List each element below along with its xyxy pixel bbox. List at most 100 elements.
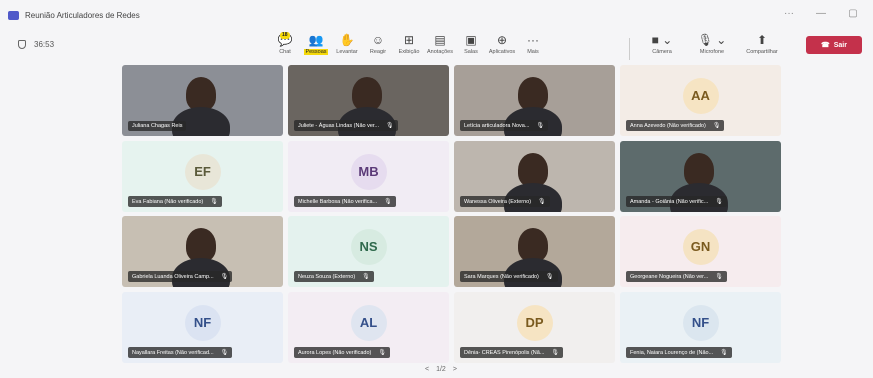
participant-name: Juliete - Águas Lindas (Não ver... (298, 122, 380, 129)
rooms-button[interactable]: ▣ Salas (456, 32, 486, 55)
avatar: NF (184, 304, 221, 341)
notes-button[interactable]: ▤ Anotações (425, 32, 455, 55)
timer-text: 36:53 (34, 40, 55, 49)
avatar: EF (184, 153, 221, 190)
camera-icon: ■ ⌄ (651, 33, 673, 47)
page-indicator: 1/2 (436, 366, 446, 373)
react-label: Reagir (369, 49, 387, 55)
rooms-icon: ▣ (465, 33, 477, 47)
leave-label: Sair (833, 41, 847, 49)
mic-muted-icon: 🎙 (386, 123, 394, 129)
raise-button[interactable]: ✋ Levantar (332, 32, 362, 55)
people-label: Pessoas (304, 49, 328, 55)
share-button[interactable]: ⬆ Compartilhar (740, 32, 784, 55)
title-bar: Reunião Articuladores de Redes ··· — ▢ (0, 0, 873, 30)
leave-button[interactable]: ☎ Sair (806, 36, 862, 54)
camera-label: Câmera (652, 49, 672, 55)
participant-name: Gabriela Luanda Oliveira Camp... (132, 273, 214, 280)
react-button[interactable]: ☺ Reagir (363, 32, 393, 55)
participant-tile[interactable]: NF Nayallara Freitas (Não verificad... 🎙 (122, 292, 283, 363)
participant-tile[interactable]: NS Neuza Souza (Externo) 🎙 (288, 216, 449, 287)
participant-name: Anna Azevedo (Não verificado) (630, 122, 706, 129)
video-feed-person (352, 77, 382, 111)
video-feed-person (518, 77, 548, 111)
avatar: NS (350, 228, 387, 265)
video-feed-person (684, 153, 714, 187)
participant-tile[interactable]: GN Georgeane Nogueira (Não ver... 🎙 (620, 216, 781, 287)
participant-name-label: Gabriela Luanda Oliveira Camp... 🎙 (128, 271, 233, 282)
mic-muted-icon: 🎙 (210, 199, 218, 205)
notes-icon: ▤ (434, 33, 446, 47)
avatar: AL (350, 304, 387, 341)
view-button[interactable]: ⊞ Exibição (394, 32, 424, 55)
mic-muted-icon: 🎙 (715, 199, 723, 205)
participant-name: Letícia articuladora Nova... (464, 122, 530, 129)
video-feed-person (518, 228, 548, 262)
meeting-timer: 36:53 (18, 40, 54, 49)
grid-icon: ⊞ (403, 33, 415, 47)
participant-name-label: Michelle Barbosa (Não verifica... 🎙 (294, 196, 396, 207)
mic-label: Microfone (699, 49, 725, 55)
participant-tile[interactable]: Sara Marques (Não verificado) 🎙 (454, 216, 615, 287)
participant-name-label: Aurora Lopes (Não verificado) 🎙 (294, 347, 390, 358)
participant-name-label: Dênia- CREAS Pirenópolis (Nã... 🎙 (460, 347, 564, 358)
participant-tile[interactable]: AA Anna Azevedo (Não verificado) 🎙 (620, 65, 781, 136)
phone-hangup-icon: ☎ (821, 42, 830, 49)
participant-tile[interactable]: EF Eva Fabiana (Não verificado) 🎙 (122, 141, 283, 212)
pagination: < 1/2 > (425, 366, 457, 373)
mic-muted-icon: 🎙 (536, 123, 545, 129)
share-icon: ⬆ (756, 33, 768, 47)
video-feed-person (186, 77, 216, 111)
participant-tile[interactable]: Wanessa Oliveira (Externo) 🎙 (454, 141, 615, 212)
mic-muted-icon: 🎙 (220, 350, 229, 356)
mic-muted-icon: 🎙 (220, 274, 229, 280)
toolbar-media: ■ ⌄ Câmera 🎙 ⌄ Microfone ⬆ Compartilhar (640, 32, 790, 55)
next-page-button[interactable]: > (453, 366, 457, 373)
window-controls: ··· — ▢ (783, 8, 859, 19)
participant-tile[interactable]: Juliana Chagas Reis (122, 65, 283, 136)
plus-icon: ⊕ (496, 33, 508, 47)
mic-muted-icon: 🎙 (362, 274, 370, 280)
participant-name: Dênia- CREAS Pirenópolis (Nã... (464, 349, 545, 356)
participant-name: Eva Fabiana (Não verificado) (132, 198, 204, 205)
more-label: Mais (527, 49, 539, 55)
participant-name-label: Anna Azevedo (Não verificado) 🎙 (626, 120, 725, 131)
participant-tile[interactable]: Amanda - Goiânia (Não verific... 🎙 (620, 141, 781, 212)
camera-button[interactable]: ■ ⌄ Câmera (640, 32, 684, 55)
more-options-button[interactable]: ··· (783, 8, 795, 19)
video-feed-person (186, 228, 216, 262)
participant-tile[interactable]: Juliete - Águas Lindas (Não ver... 🎙 (288, 65, 449, 136)
participant-tile[interactable]: AL Aurora Lopes (Não verificado) 🎙 (288, 292, 449, 363)
participant-tile[interactable]: Gabriela Luanda Oliveira Camp... 🎙 (122, 216, 283, 287)
mic-button[interactable]: 🎙 ⌄ Microfone (690, 32, 734, 55)
apps-button[interactable]: ⊕ Aplicativos (487, 32, 517, 55)
participant-count-badge: 18 (280, 32, 290, 39)
participant-name: Michelle Barbosa (Não verifica... (298, 198, 378, 205)
participant-name: Georgeane Nogueira (Não ver... (630, 273, 709, 280)
view-label: Exibição (398, 49, 420, 55)
more-button[interactable]: ··· Mais (518, 32, 548, 55)
minimize-button[interactable]: — (815, 8, 827, 19)
meeting-toolbar: 36:53 💬 Chat 👥 18 Pessoas ✋ Levantar ☺ Reagir ⊞ Ex… (0, 30, 873, 64)
rooms-label: Salas (464, 49, 478, 55)
prev-page-button[interactable]: < (425, 366, 429, 373)
mic-muted-icon: 🎙 ⌄ (697, 33, 727, 47)
participant-name-label: Sara Marques (Não verificado) 🎙 (460, 271, 558, 282)
notes-label: Anotações (427, 49, 453, 55)
chat-label: Chat (279, 49, 291, 55)
avatar: DP (516, 304, 553, 341)
mic-muted-icon: 🎙 (378, 350, 386, 356)
participant-name-label: Juliete - Águas Lindas (Não ver... 🎙 (294, 120, 398, 131)
teams-logo-icon (8, 10, 19, 20)
participant-name: Juliana Chagas Reis (132, 123, 183, 129)
avatar: GN (682, 228, 719, 265)
participant-tile[interactable]: MB Michelle Barbosa (Não verifica... 🎙 (288, 141, 449, 212)
participant-tile[interactable]: NF Fenia, Naiara Lourenço de (Não... 🎙 (620, 292, 781, 363)
maximize-button[interactable]: ▢ (847, 8, 859, 19)
people-button[interactable]: 👥 18 Pessoas (280, 32, 331, 55)
participant-tile[interactable]: DP Dênia- CREAS Pirenópolis (Nã... 🎙 (454, 292, 615, 363)
participant-tile[interactable]: Letícia articuladora Nova... 🎙 (454, 65, 615, 136)
shield-icon (18, 40, 26, 49)
participant-name: Amanda - Goiânia (Não verific... (630, 198, 709, 205)
mic-muted-icon: 🎙 (715, 274, 723, 280)
